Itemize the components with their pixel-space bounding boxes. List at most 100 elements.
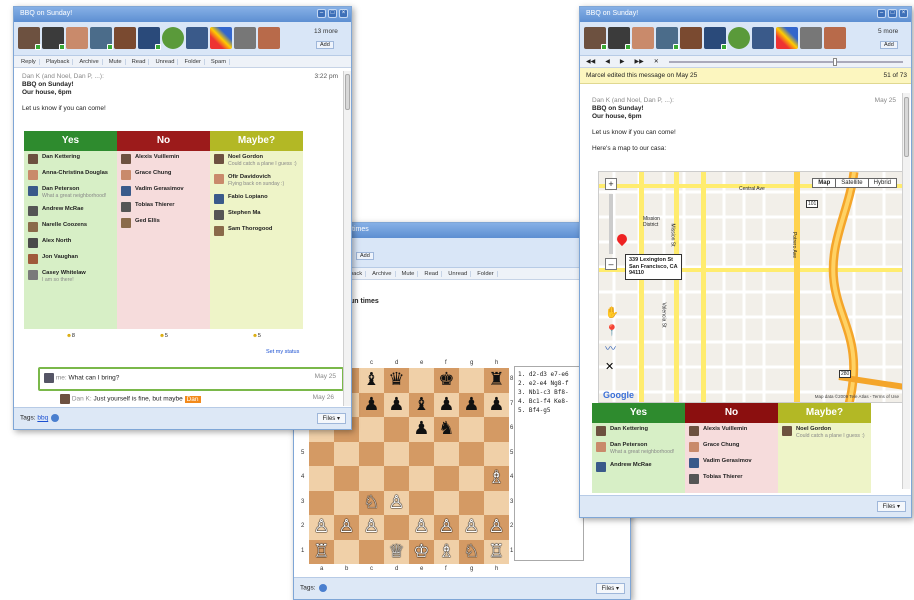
board-square[interactable] [409, 490, 434, 515]
chess-piece[interactable]: ♟ [438, 394, 454, 415]
archive-button[interactable]: Archive [76, 58, 103, 65]
avatar[interactable] [656, 27, 679, 50]
poll-no-button[interactable]: No [685, 403, 778, 423]
avatar[interactable] [66, 27, 88, 49]
board-square[interactable]: ♟ [409, 417, 434, 442]
playback-button[interactable]: Playback [43, 58, 74, 65]
chess-piece[interactable]: ♟ [388, 394, 404, 415]
close-playback-icon[interactable]: ✕ [654, 58, 659, 65]
chess-piece[interactable]: ♜ [488, 369, 504, 390]
board-square[interactable]: ♖ [309, 539, 334, 564]
board-square[interactable]: ♙ [409, 515, 434, 540]
add-participant-button[interactable]: Add [316, 41, 334, 49]
board-square[interactable] [384, 466, 409, 491]
unread-button[interactable]: Unread [152, 58, 179, 65]
board-square[interactable]: ♟ [459, 392, 484, 417]
archive-button[interactable]: Archive [369, 270, 396, 277]
board-square[interactable] [309, 466, 334, 491]
zoom-in-icon[interactable]: + [605, 178, 617, 190]
chess-piece[interactable]: ♟ [488, 394, 504, 415]
mute-button[interactable]: Mute [399, 270, 419, 277]
folder-button[interactable]: Folder [181, 58, 205, 65]
avatar[interactable] [632, 27, 654, 49]
read-button[interactable]: Read [129, 58, 150, 65]
board-square[interactable]: ♖ [484, 539, 509, 564]
board-square[interactable] [484, 417, 509, 442]
avatar[interactable] [18, 27, 41, 50]
maximize-icon[interactable]: □ [888, 9, 897, 18]
poll-maybe-button[interactable]: Maybe? [210, 131, 303, 151]
board-square[interactable]: ♙ [459, 515, 484, 540]
chess-piece[interactable]: ♗ [438, 541, 454, 562]
rewind-icon[interactable]: ◀◀ [586, 58, 595, 65]
avatar[interactable] [42, 27, 65, 50]
select-tool-icon[interactable]: ✋ [605, 304, 619, 322]
board-square[interactable]: ♞ [434, 417, 459, 442]
board-square[interactable]: ♗ [484, 466, 509, 491]
chess-piece[interactable]: ♖ [313, 541, 329, 562]
board-square[interactable] [359, 539, 384, 564]
files-button[interactable]: Files ▾ [316, 413, 346, 424]
map-gadget[interactable]: Map Satellite Hybrid + – ✋ 📍 〰 ✕ 339 Lex… [598, 171, 904, 403]
board-square[interactable]: ♗ [434, 539, 459, 564]
board-square[interactable]: ♙ [484, 515, 509, 540]
playback-slider[interactable] [668, 57, 903, 66]
add-tag-icon[interactable] [318, 584, 327, 592]
chess-piece[interactable]: ♔ [413, 541, 429, 562]
poll-no-button[interactable]: No [117, 131, 210, 151]
scrollbar-thumb[interactable] [904, 97, 909, 157]
avatar[interactable] [776, 27, 798, 49]
board-square[interactable] [409, 441, 434, 466]
board-square[interactable] [409, 466, 434, 491]
chess-piece[interactable]: ♟ [463, 394, 479, 415]
chess-piece[interactable]: ♚ [438, 369, 454, 390]
avatar[interactable] [824, 27, 846, 49]
board-square[interactable]: ♟ [384, 392, 409, 417]
board-square[interactable] [434, 466, 459, 491]
more-participants[interactable]: 5 more [878, 28, 898, 35]
line-tool-icon[interactable]: 〰 [605, 340, 619, 358]
chess-piece[interactable]: ♘ [363, 492, 379, 513]
board-square[interactable]: ♙ [384, 490, 409, 515]
avatar[interactable] [234, 27, 256, 49]
board-square[interactable] [334, 539, 359, 564]
board-square[interactable] [334, 466, 359, 491]
board-square[interactable]: ♘ [359, 490, 384, 515]
board-square[interactable] [384, 417, 409, 442]
chess-piece[interactable]: ♙ [363, 516, 379, 537]
window-titlebar[interactable]: BBQ on Sunday! – □ × [14, 7, 351, 22]
avatar[interactable] [704, 27, 727, 50]
board-square[interactable]: ♝ [409, 392, 434, 417]
board-square[interactable] [459, 490, 484, 515]
board-square[interactable] [409, 368, 434, 393]
poll-maybe-button[interactable]: Maybe? [778, 403, 871, 423]
scrollbar[interactable] [902, 93, 910, 489]
chess-piece[interactable]: ♝ [363, 369, 379, 390]
chess-piece[interactable]: ♙ [313, 516, 329, 537]
read-button[interactable]: Read [421, 270, 443, 277]
board-square[interactable] [384, 441, 409, 466]
poll-yes-button[interactable]: Yes [24, 131, 117, 151]
satellite-tab[interactable]: Satellite [836, 179, 869, 187]
board-square[interactable]: ♝ [359, 368, 384, 393]
avatar[interactable] [258, 27, 280, 49]
board-square[interactable]: ♘ [459, 539, 484, 564]
reply-blip[interactable]: Dan K: Just yourself is fine, but maybe … [58, 393, 338, 407]
more-participants[interactable]: 13 more [314, 28, 338, 35]
tag-link[interactable]: bbq [37, 415, 48, 422]
avatar[interactable] [680, 27, 702, 49]
reply-button[interactable]: Reply [18, 58, 40, 65]
add-tag-icon[interactable] [51, 414, 60, 422]
files-button[interactable]: Files ▾ [876, 501, 906, 512]
close-icon[interactable]: × [899, 9, 908, 18]
board-square[interactable] [459, 441, 484, 466]
set-status-link[interactable]: Set my status [266, 349, 299, 355]
chess-piece[interactable]: ♙ [413, 516, 429, 537]
board-square[interactable]: ♙ [309, 515, 334, 540]
scrollbar[interactable] [343, 71, 351, 406]
avatar[interactable] [186, 27, 208, 49]
add-participant-button[interactable]: Add [880, 41, 898, 49]
chess-piece[interactable]: ♙ [438, 516, 454, 537]
board-square[interactable] [384, 515, 409, 540]
board-square[interactable] [359, 441, 384, 466]
